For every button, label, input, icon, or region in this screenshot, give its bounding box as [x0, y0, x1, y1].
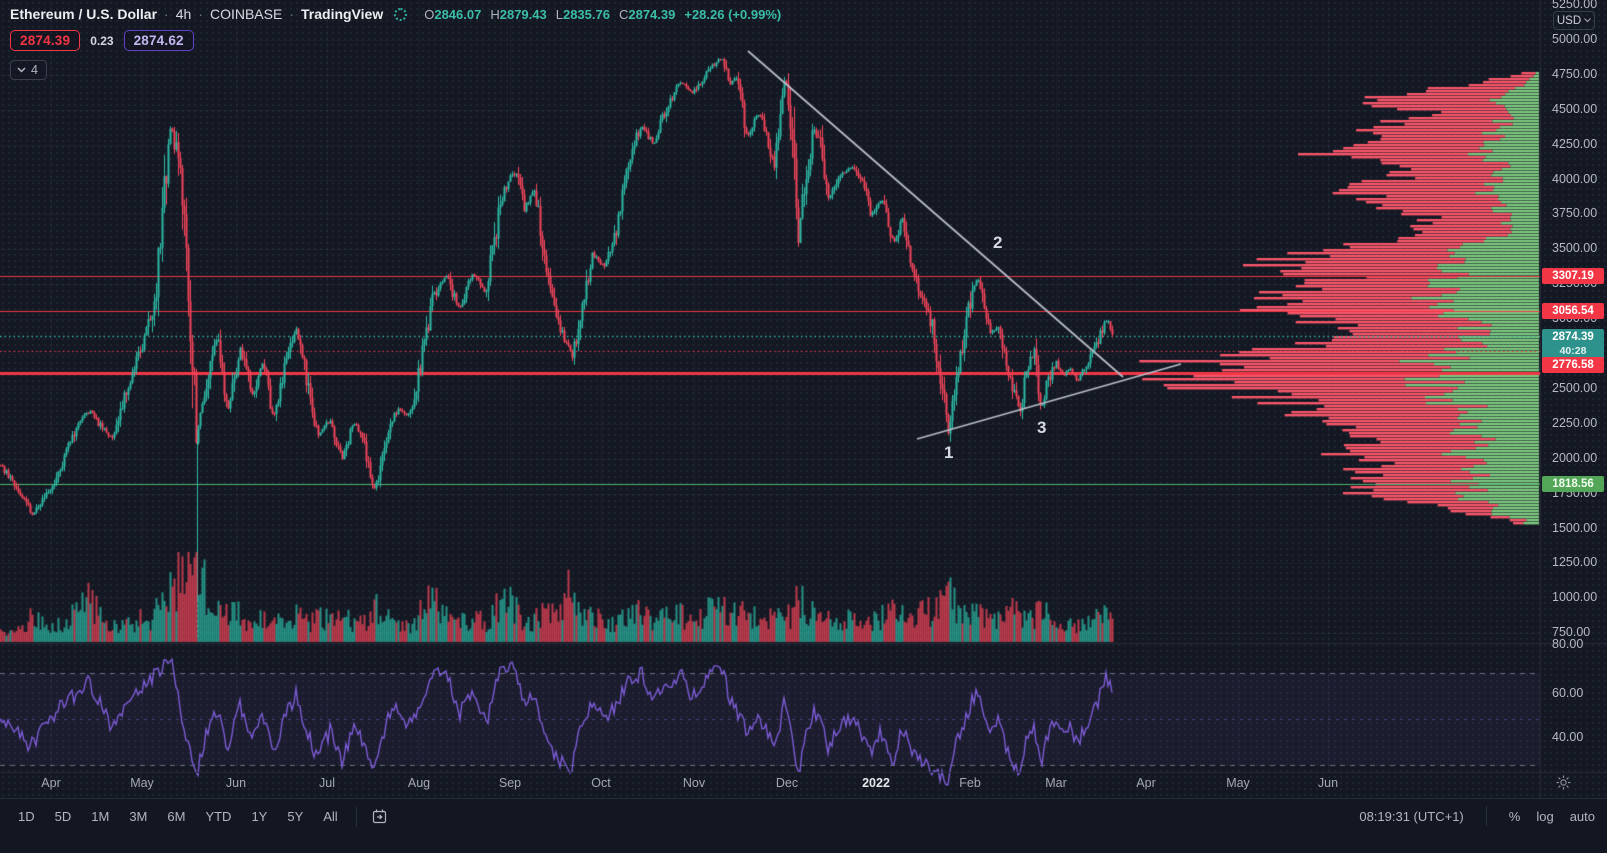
collapsed-count: 4 — [31, 63, 38, 77]
month-label: 2022 — [862, 776, 890, 790]
chart-area[interactable]: Ethereum / U.S. Dollar · 4h · COINBASE ·… — [0, 0, 1607, 798]
price-tick: 5250.00 — [1552, 0, 1597, 11]
range-button-1y[interactable]: 1Y — [243, 806, 275, 827]
range-button-3m[interactable]: 3M — [121, 806, 155, 827]
price-badge: 3056.54 — [1542, 303, 1604, 319]
log-scale-button[interactable]: log — [1536, 809, 1553, 824]
price-tick: 3750.00 — [1552, 206, 1597, 220]
go-to-date-button[interactable] — [367, 808, 392, 825]
range-button-1m[interactable]: 1M — [83, 806, 117, 827]
currency-label: USD — [1557, 15, 1581, 27]
month-label: Jun — [226, 776, 246, 790]
provider-label: TradingView — [301, 6, 383, 22]
change-value: +28.26 (+0.99%) — [684, 7, 781, 22]
price-tick: 1000.00 — [1552, 590, 1597, 604]
tradingview-app: Ethereum / U.S. Dollar · 4h · COINBASE ·… — [0, 0, 1607, 853]
month-label: Oct — [591, 776, 610, 790]
month-label: Jun — [1318, 776, 1338, 790]
bottom-toolbar: 1D5D1M3M6MYTD1Y5YAll 08:19:31 (UTC+1) % … — [0, 798, 1607, 853]
range-buttons: 1D5D1M3M6MYTD1Y5YAll — [10, 806, 392, 827]
clock[interactable]: 08:19:31 (UTC+1) — [1359, 809, 1463, 824]
month-label: Feb — [959, 776, 981, 790]
open-value: 2846.07 — [434, 7, 481, 22]
range-button-ytd[interactable]: YTD — [197, 806, 239, 827]
sell-price-button[interactable]: 2874.39 — [10, 30, 80, 51]
month-label: May — [130, 776, 154, 790]
percent-scale-button[interactable]: % — [1509, 809, 1521, 824]
toolbar-divider — [1486, 806, 1487, 826]
symbol-title[interactable]: Ethereum / U.S. Dollar — [10, 6, 157, 22]
month-label: May — [1226, 776, 1250, 790]
low-value: 2835.76 — [563, 7, 610, 22]
month-label: Apr — [41, 776, 60, 790]
price-tick: 5000.00 — [1552, 32, 1597, 46]
month-label: Nov — [683, 776, 705, 790]
month-label: Aug — [408, 776, 430, 790]
month-label: Jul — [319, 776, 335, 790]
range-button-5d[interactable]: 5D — [47, 806, 80, 827]
month-label: Sep — [499, 776, 521, 790]
pattern-point-2: 2 — [993, 233, 1002, 253]
exchange-label: COINBASE — [210, 6, 282, 22]
price-badge: 2874.3940:28 — [1542, 329, 1604, 359]
range-button-1d[interactable]: 1D — [10, 806, 43, 827]
high-value: 2879.43 — [500, 7, 547, 22]
rsi-tick: 40.00 — [1552, 730, 1583, 744]
toolbar-right: 08:19:31 (UTC+1) % log auto — [1359, 806, 1595, 826]
buy-price-button[interactable]: 2874.62 — [124, 30, 194, 51]
price-tick: 4750.00 — [1552, 67, 1597, 81]
rsi-tick: 60.00 — [1552, 686, 1583, 700]
indicators-collapse-button[interactable]: 4 — [10, 60, 47, 80]
currency-selector[interactable]: USD — [1553, 11, 1595, 30]
rsi-tick: 80.00 — [1552, 637, 1583, 651]
price-tick: 2500.00 — [1552, 381, 1597, 395]
price-badge: 2776.58 — [1542, 357, 1604, 373]
price-tick: 1250.00 — [1552, 555, 1597, 569]
price-tick: 4250.00 — [1552, 137, 1597, 151]
range-button-6m[interactable]: 6M — [159, 806, 193, 827]
price-tick: 1500.00 — [1552, 521, 1597, 535]
price-tick: 4500.00 — [1552, 102, 1597, 116]
price-tick: 2250.00 — [1552, 416, 1597, 430]
close-value: 2874.39 — [628, 7, 675, 22]
price-badge: 3307.19 — [1542, 268, 1604, 284]
month-label: Apr — [1136, 776, 1155, 790]
price-tick: 3500.00 — [1552, 241, 1597, 255]
toolbar-divider — [356, 807, 357, 827]
chart-canvas[interactable] — [0, 0, 1607, 798]
auto-scale-button[interactable]: auto — [1570, 809, 1595, 824]
data-source-icon — [394, 8, 407, 21]
chevron-down-icon — [17, 67, 26, 73]
range-button-all[interactable]: All — [315, 806, 345, 827]
month-label: Dec — [776, 776, 798, 790]
pattern-point-1: 1 — [944, 443, 953, 463]
time-axis[interactable]: Apr May Jun Jul Aug Sep Oct Nov Dec 2022 Feb Mar Apr… — [0, 772, 1607, 798]
chevron-down-icon — [1584, 18, 1591, 23]
pattern-point-3: 3 — [1037, 418, 1046, 438]
ohlc-values: O2846.07 H2879.43 L2835.76 C2874.39 +28.… — [424, 7, 781, 22]
spread-value: 0.23 — [90, 34, 113, 48]
month-label: Mar — [1045, 776, 1067, 790]
separator-dot: · — [289, 6, 294, 22]
interval-label[interactable]: 4h — [176, 6, 192, 22]
range-button-5y[interactable]: 5Y — [279, 806, 311, 827]
chart-legend: Ethereum / U.S. Dollar · 4h · COINBASE ·… — [10, 6, 781, 80]
price-tick: 2000.00 — [1552, 451, 1597, 465]
price-badge: 1818.56 — [1542, 476, 1604, 492]
price-axis[interactable]: USD 5250.00 5000.00 4750.00 4500.00 4250.00 4… — [1540, 0, 1607, 772]
axis-settings-icon[interactable] — [1556, 775, 1571, 795]
separator-dot: · — [164, 6, 169, 22]
price-tick: 4000.00 — [1552, 172, 1597, 186]
separator-dot: · — [198, 6, 203, 22]
